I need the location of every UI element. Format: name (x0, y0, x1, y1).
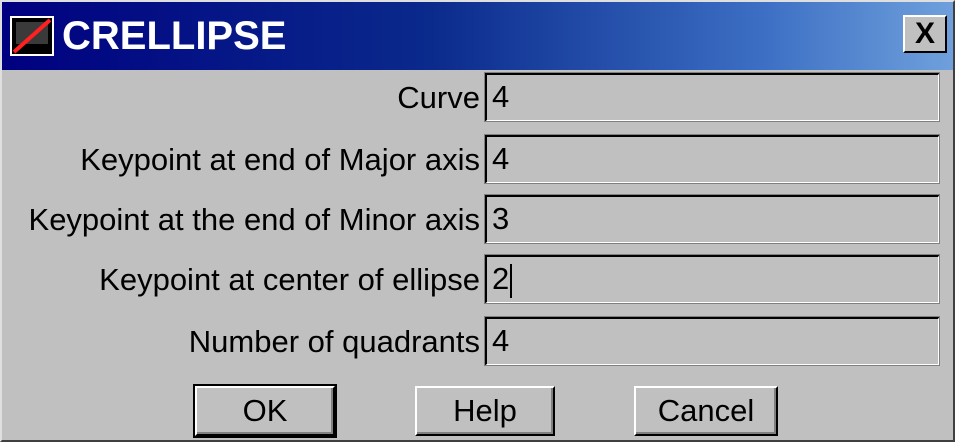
field-label: Keypoint at the end of Minor axis (28, 202, 480, 237)
quadrants-input[interactable]: 4 (484, 316, 940, 366)
window-title: CRELLIPSE (62, 14, 287, 58)
field-value: 2 (492, 261, 510, 296)
field-row-major-axis: Keypoint at end of Major axis 4 (2, 134, 953, 186)
cancel-button[interactable]: Cancel (634, 386, 778, 436)
minor-axis-keypoint-input[interactable]: 3 (484, 194, 940, 244)
center-keypoint-input[interactable]: 2 (484, 254, 940, 304)
help-button[interactable]: Help (415, 386, 555, 436)
close-icon: X (914, 17, 935, 50)
curve-input[interactable]: 4 (484, 72, 940, 122)
field-row-center: Keypoint at center of ellipse 2 (2, 254, 953, 306)
field-row-quadrants: Number of quadrants 4 (2, 316, 953, 368)
close-button[interactable]: X (903, 15, 947, 53)
title-bar[interactable]: CRELLIPSE X (2, 2, 953, 70)
field-label: Keypoint at end of Major axis (80, 142, 480, 177)
field-row-minor-axis: Keypoint at the end of Minor axis 3 (2, 194, 953, 246)
app-icon (10, 16, 54, 56)
crellipse-dialog: CRELLIPSE X Curve 4 Keypoint at end of M… (0, 0, 955, 442)
ok-button[interactable]: OK (193, 384, 337, 438)
field-label: Keypoint at center of ellipse (99, 262, 480, 297)
field-label: Number of quadrants (188, 324, 480, 359)
field-row-curve: Curve 4 (2, 72, 953, 124)
text-caret (510, 263, 513, 298)
major-axis-keypoint-input[interactable]: 4 (484, 134, 940, 184)
field-label: Curve (397, 80, 480, 115)
